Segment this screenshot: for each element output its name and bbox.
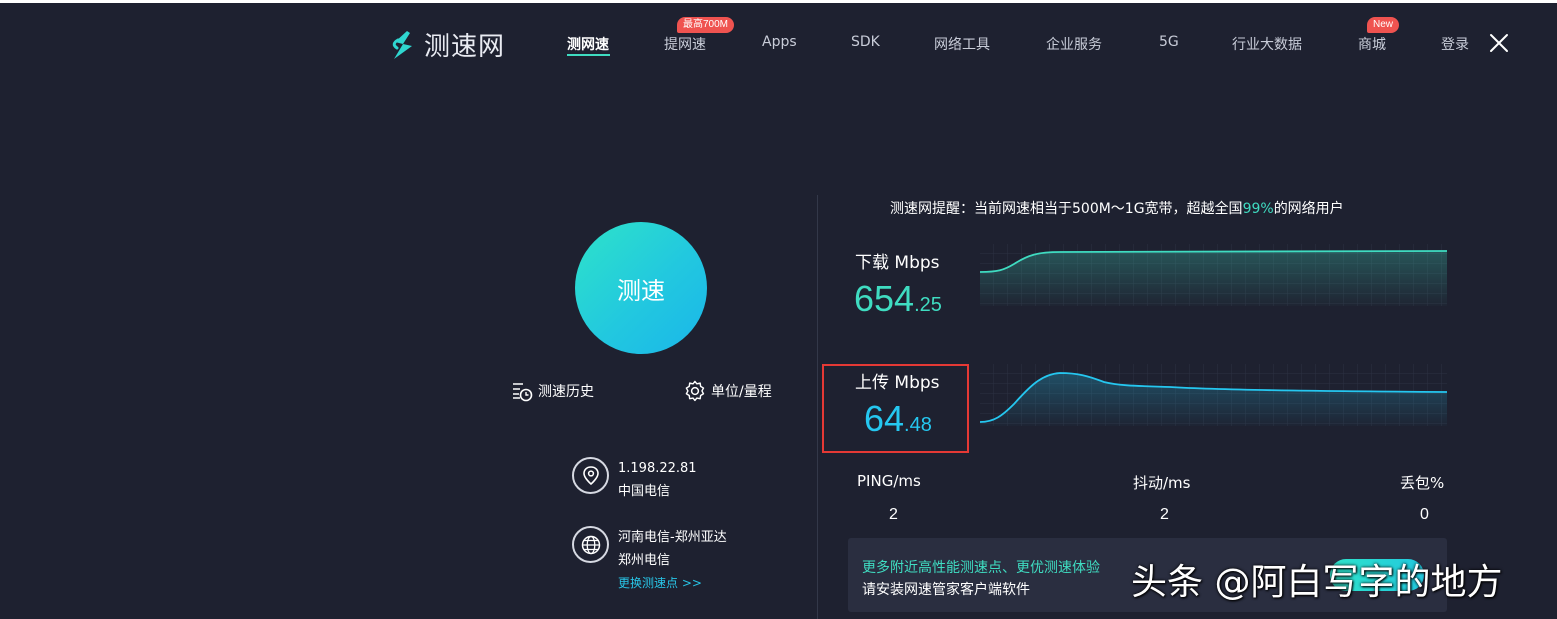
upload-highlight-box xyxy=(822,364,969,453)
download-value-dec: .25 xyxy=(914,294,942,316)
nav-big-data[interactable]: 行业大数据 xyxy=(1232,34,1302,54)
nav-store[interactable]: 商城 xyxy=(1358,34,1386,54)
server-isp: 郑州电信 xyxy=(618,553,671,568)
download-value-int: 654 xyxy=(854,278,915,319)
jitter-label: 抖动/ms xyxy=(1133,474,1191,492)
nav-network-tools[interactable]: 网络工具 xyxy=(934,34,990,54)
nav-speedtest[interactable]: 测网速 xyxy=(567,34,609,54)
download-label: 下载 Mbps xyxy=(855,253,940,273)
nav-boost-badge: 最高700M xyxy=(677,17,735,33)
gear-icon xyxy=(685,380,705,402)
lightning-s-icon xyxy=(392,30,412,59)
jitter-value: 2 xyxy=(1160,506,1169,523)
nav-active-indicator xyxy=(567,54,610,56)
client-isp: 中国电信 xyxy=(618,484,671,499)
start-speedtest-button[interactable]: 测速 xyxy=(575,222,707,354)
packet-loss-value: 0 xyxy=(1420,506,1429,523)
download-graph xyxy=(980,244,1447,306)
window-top-border xyxy=(0,0,1557,3)
close-icon[interactable] xyxy=(1489,33,1509,53)
unit-range-button[interactable]: 单位/量程 xyxy=(684,380,772,402)
nav-apps[interactable]: Apps xyxy=(762,34,797,50)
client-info: 1.198.22.81 中国电信 xyxy=(572,457,697,503)
client-ip: 1.198.22.81 xyxy=(618,461,697,476)
ping-value: 2 xyxy=(889,506,898,523)
ping-label: PING/ms xyxy=(857,472,921,490)
nav-enterprise[interactable]: 企业服务 xyxy=(1046,34,1102,54)
nav-sdk[interactable]: SDK xyxy=(851,34,880,50)
history-clock-icon xyxy=(513,383,533,402)
download-graph-area xyxy=(980,251,1447,306)
upload-graph xyxy=(980,364,1447,426)
start-speedtest-label: 测速 xyxy=(617,276,665,305)
nav-boost[interactable]: 提网速 xyxy=(664,34,706,54)
change-server-link[interactable]: 更换测速点 >> xyxy=(618,572,727,595)
logo-text: 测速网 xyxy=(424,32,506,62)
nav-login[interactable]: 登录 xyxy=(1441,34,1469,54)
site-logo[interactable]: 测速网 xyxy=(388,26,505,63)
watermark: 头条 @阿白写字的地方 xyxy=(1131,562,1503,603)
notice-percent: 99% xyxy=(1242,201,1274,217)
panel-divider xyxy=(817,195,818,619)
nav-store-badge: New xyxy=(1367,17,1400,33)
server-name: 河南电信-郑州亚达 xyxy=(618,530,727,545)
unit-range-label: 单位/量程 xyxy=(711,384,772,400)
globe-icon xyxy=(572,526,609,563)
notice-suffix: 的网络用户 xyxy=(1273,201,1344,217)
packet-loss-label: 丢包% xyxy=(1400,474,1445,492)
download-value: 654.25 xyxy=(854,278,942,320)
speed-notice: 测速网提醒：当前网速相当于500M～1G宽带，超越全国99%的网络用户 xyxy=(890,198,1344,218)
location-pin-icon xyxy=(572,457,609,494)
promo-line2: 请安装网速管家客户端软件 xyxy=(862,582,1030,598)
promo-line1: 更多附近高性能测速点、更优测速体验 xyxy=(862,560,1100,576)
history-button[interactable]: 测速历史 xyxy=(511,380,594,402)
notice-prefix: 测速网提醒：当前网速相当于500M～1G宽带，超越全国 xyxy=(890,201,1243,217)
nav-5g[interactable]: 5G xyxy=(1159,34,1179,50)
history-label: 测速历史 xyxy=(538,384,594,400)
server-info: 河南电信-郑州亚达 郑州电信 更换测速点 >> xyxy=(572,526,727,595)
